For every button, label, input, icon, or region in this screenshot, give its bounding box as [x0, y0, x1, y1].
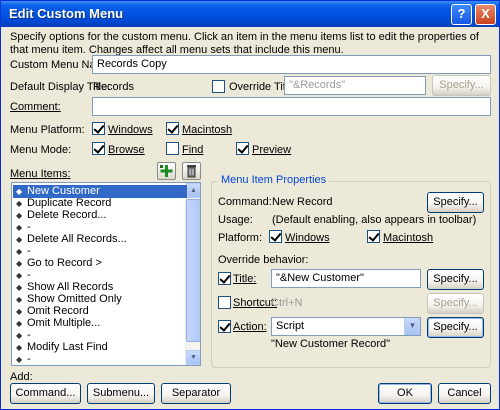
- shortcut-specify-button[interactable]: Specify...: [427, 293, 484, 314]
- list-item-label: -: [27, 245, 31, 257]
- item-platform-macintosh-checkbox[interactable]: [367, 230, 380, 243]
- list-item-label: -: [27, 269, 31, 281]
- command-label: Command:: [218, 196, 272, 208]
- list-item-label: Show Omitted Only: [27, 293, 122, 305]
- platform-windows-label: Windows: [108, 124, 153, 136]
- item-platform-windows-checkbox[interactable]: [269, 230, 282, 243]
- usage-label: Usage:: [218, 214, 253, 226]
- comment-label: Comment:: [10, 101, 61, 113]
- menu-item-properties-title: Menu Item Properties: [218, 174, 330, 186]
- menu-platform-label: Menu Platform:: [10, 124, 85, 136]
- help-button[interactable]: ?: [451, 4, 472, 25]
- item-title-input[interactable]: "&New Customer": [271, 269, 421, 288]
- close-button[interactable]: X: [475, 4, 496, 25]
- mode-browse-label: Browse: [108, 144, 145, 156]
- chevron-down-icon[interactable]: ▼: [404, 318, 420, 335]
- override-title-input[interactable]: "&Records": [284, 76, 426, 95]
- command-value: New Record: [272, 196, 333, 208]
- menu-items-list[interactable]: ▲ ▼ ◆ New Customer ◆ Duplicate Record ◆ Delet…: [11, 182, 201, 366]
- scroll-up-button[interactable]: ▲: [186, 183, 200, 198]
- command-specify-button[interactable]: Specify...: [427, 192, 484, 213]
- item-platform-windows-label: Windows: [285, 232, 330, 244]
- title-label: Title:: [233, 273, 257, 285]
- menu-items-label: Menu Items:: [10, 168, 71, 180]
- cancel-button[interactable]: Cancel: [438, 383, 491, 404]
- override-title-specify-button[interactable]: Specify...: [432, 75, 491, 96]
- action-script-name: "New Customer Record": [271, 338, 391, 350]
- add-label: Add:: [10, 371, 33, 383]
- item-platform-macintosh-label: Macintosh: [383, 232, 434, 244]
- platform-macintosh-checkbox[interactable]: [166, 122, 179, 135]
- mode-preview-label: Preview: [252, 144, 292, 156]
- add-submenu-button[interactable]: Submenu...: [87, 383, 155, 404]
- list-item[interactable]: ◆ -: [13, 353, 187, 365]
- list-item-label: Go to Record >: [27, 257, 102, 269]
- list-item-label: Omit Multiple...: [27, 317, 101, 329]
- title-bar: Edit Custom Menu ? X: [1, 1, 499, 27]
- menu-mode-label: Menu Mode:: [10, 144, 72, 156]
- scroll-down-button[interactable]: ▼: [186, 350, 200, 365]
- title-specify-button[interactable]: Specify...: [427, 269, 484, 290]
- action-checkbox[interactable]: [218, 320, 231, 333]
- custom-menu-name-input[interactable]: Records Copy: [92, 55, 491, 74]
- list-item-label: -: [27, 353, 31, 365]
- item-platform-label: Platform:: [218, 232, 263, 244]
- scroll-thumb[interactable]: [186, 199, 200, 342]
- mode-preview-checkbox[interactable]: [236, 142, 249, 155]
- action-label: Action:: [233, 321, 267, 333]
- list-item-label: Delete All Records...: [27, 233, 127, 245]
- shortcut-value: Ctrl+N: [271, 297, 303, 309]
- override-behavior-label: Override behavior:: [218, 254, 309, 266]
- list-item-label: Duplicate Record: [27, 197, 112, 209]
- action-specify-button[interactable]: Specify...: [427, 317, 484, 338]
- mode-find-label: Find: [182, 144, 204, 156]
- mode-find-checkbox[interactable]: [166, 142, 179, 155]
- list-item-label: Show All Records: [27, 281, 114, 293]
- list-item-label: -: [27, 329, 31, 341]
- usage-value: (Default enabling, also appears in toolb…: [272, 214, 477, 226]
- delete-item-button[interactable]: [182, 162, 201, 180]
- drag-handle-icon[interactable]: ◆: [16, 353, 22, 365]
- list-item-label: Modify Last Find: [27, 341, 108, 353]
- add-command-button[interactable]: Command...: [10, 383, 81, 404]
- shortcut-checkbox[interactable]: [218, 296, 231, 309]
- menu-items-scrollbar[interactable]: ▲ ▼: [185, 183, 200, 365]
- action-select[interactable]: Script ▼: [271, 317, 421, 336]
- default-display-title-value: Records: [93, 81, 134, 93]
- list-item-label: -: [27, 221, 31, 233]
- override-title-checkbox[interactable]: [212, 80, 225, 93]
- dialog-title: Edit Custom Menu: [9, 6, 124, 21]
- close-icon: X: [481, 6, 490, 21]
- edit-custom-menu-dialog: Edit Custom Menu ? X Specify options for…: [0, 0, 500, 410]
- add-separator-button[interactable]: Separator: [161, 383, 231, 404]
- list-item-label: Omit Record: [27, 305, 89, 317]
- list-item-label: Delete Record...: [27, 209, 107, 221]
- dialog-description: Specify options for the custom menu. Cli…: [10, 31, 479, 56]
- list-item-label: New Customer: [27, 185, 100, 197]
- action-select-value: Script: [276, 320, 305, 332]
- mode-browse-checkbox[interactable]: [92, 142, 105, 155]
- platform-macintosh-label: Macintosh: [182, 124, 233, 136]
- add-item-icon: [160, 165, 173, 177]
- trash-icon: [187, 165, 196, 178]
- comment-input[interactable]: [92, 97, 491, 116]
- title-checkbox[interactable]: [218, 272, 231, 285]
- platform-windows-checkbox[interactable]: [92, 122, 105, 135]
- ok-button[interactable]: OK: [378, 383, 432, 404]
- help-icon: ?: [457, 6, 466, 21]
- add-item-button[interactable]: [157, 162, 176, 180]
